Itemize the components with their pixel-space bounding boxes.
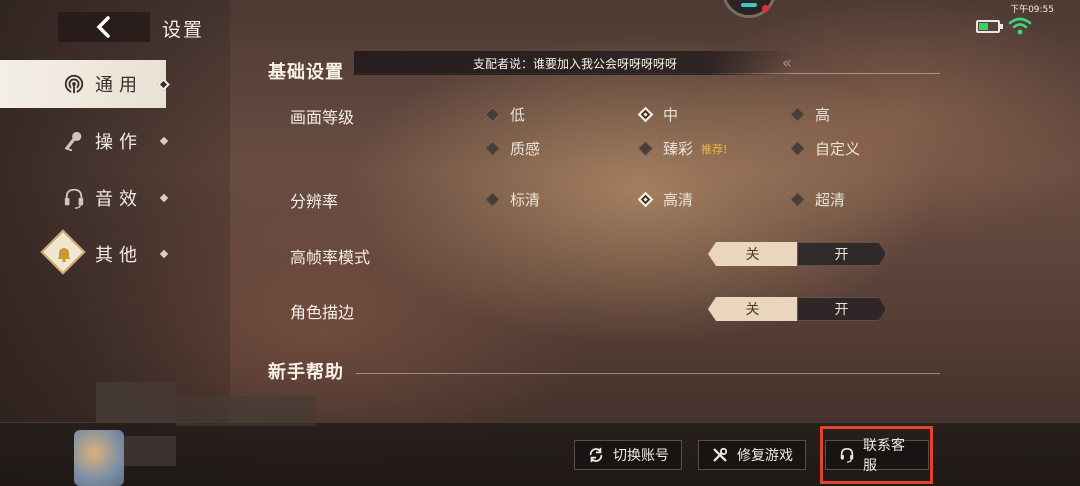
radio-diamond-icon <box>789 191 806 208</box>
sidebar-item-label: 其他 <box>95 245 143 266</box>
highlight-annotation-box <box>820 426 933 484</box>
switch-account-button[interactable]: 切换账号 <box>574 440 682 470</box>
radio-diamond-icon <box>637 191 654 208</box>
outline-toggle[interactable]: 关 开 <box>708 297 886 321</box>
sidebar-item-audio[interactable]: 音效 <box>0 174 169 222</box>
radio-diamond-icon <box>789 140 806 157</box>
bell-icon <box>52 242 76 266</box>
quality-option-medium[interactable]: 中 <box>637 104 678 125</box>
radio-diamond-icon <box>789 106 806 123</box>
section-divider <box>356 373 940 374</box>
tools-icon <box>711 446 729 464</box>
radio-diamond-icon <box>637 106 654 123</box>
resolution-option-sd[interactable]: 标清 <box>484 189 540 210</box>
toggle-off-option[interactable]: 关 <box>708 297 797 321</box>
radio-diamond-icon <box>637 140 654 157</box>
quality-option-custom[interactable]: 自定义 <box>789 138 860 159</box>
pixelated-area <box>176 396 316 426</box>
battery-icon <box>976 20 1003 33</box>
recommend-tag: 推荐! <box>701 142 728 156</box>
wireless-icon <box>62 72 86 96</box>
section-title-basic: 基础设置 <box>268 62 344 83</box>
headset-icon <box>62 186 86 210</box>
high-fps-toggle[interactable]: 关 开 <box>708 242 886 266</box>
quality-option-texture[interactable]: 质感 <box>484 138 540 159</box>
announcement-banner: 支配者说：谁要加入我公会呀呀呀呀呀 <box>354 51 796 75</box>
orb-indicator <box>741 3 757 7</box>
quality-option-low[interactable]: 低 <box>484 104 525 125</box>
quality-option-ultra[interactable]: 臻彩 推荐! <box>637 138 728 159</box>
radio-diamond-icon <box>484 106 501 123</box>
refresh-icon <box>587 446 605 464</box>
joystick-icon <box>62 129 86 153</box>
section-title-help: 新手帮助 <box>268 362 344 383</box>
repair-game-button[interactable]: 修复游戏 <box>698 440 806 470</box>
page-title: 设置 <box>162 19 205 41</box>
status-time: 下午09:55 <box>1010 5 1054 15</box>
sidebar-item-general[interactable]: 通用 <box>0 60 170 108</box>
quality-option-high[interactable]: 高 <box>789 104 830 125</box>
resolution-option-hd[interactable]: 高清 <box>637 189 693 210</box>
back-button[interactable] <box>58 12 150 42</box>
toggle-on-option[interactable]: 开 <box>797 242 886 266</box>
chevron-left-icon <box>96 16 110 38</box>
banner-chevron-icon: « <box>782 53 792 72</box>
radio-diamond-icon <box>484 140 501 157</box>
sidebar-item-other[interactable]: 其他 <box>0 229 169 278</box>
red-dot-badge <box>762 5 769 12</box>
avatar[interactable] <box>74 430 124 486</box>
sidebar-item-label: 操作 <box>95 132 143 153</box>
outline-label: 角色描边 <box>290 303 355 322</box>
resolution-label: 分辨率 <box>290 192 339 211</box>
notification-orb[interactable] <box>722 0 776 18</box>
wifi-icon <box>1008 17 1032 35</box>
pixelated-area <box>124 436 176 466</box>
high-fps-label: 高帧率模式 <box>290 248 371 267</box>
toggle-on-option[interactable]: 开 <box>797 297 886 321</box>
sidebar-item-label: 音效 <box>95 189 143 210</box>
resolution-option-uhd[interactable]: 超清 <box>789 189 845 210</box>
radio-diamond-icon <box>484 191 501 208</box>
toggle-off-option[interactable]: 关 <box>708 242 797 266</box>
pixelated-area <box>96 382 176 422</box>
quality-label: 画面等级 <box>290 108 355 127</box>
sidebar-item-controls[interactable]: 操作 <box>0 117 169 165</box>
sidebar-item-label: 通用 <box>95 75 143 96</box>
